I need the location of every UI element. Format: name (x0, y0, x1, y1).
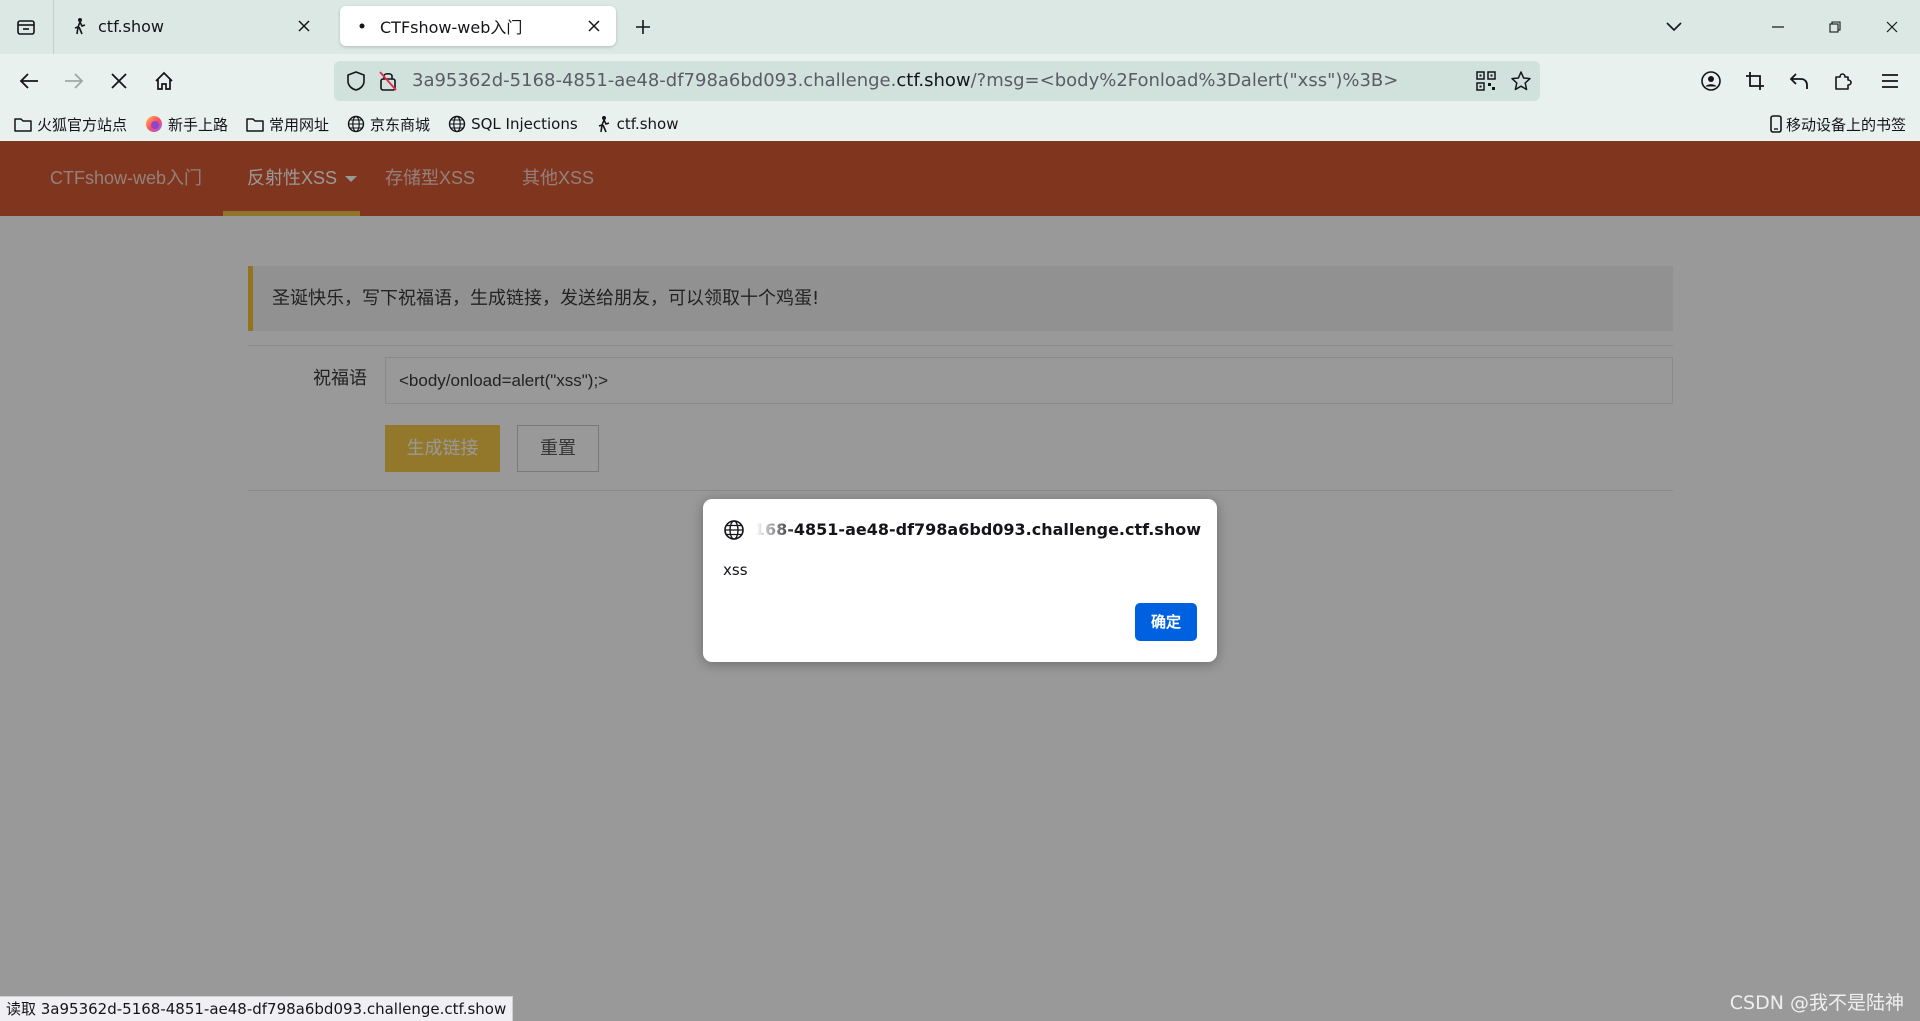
watermark: CSDN @我不是陆神 (1729, 992, 1904, 1014)
menu-button[interactable] (1873, 64, 1907, 98)
bookmark-item[interactable]: SQL Injections (448, 115, 578, 133)
ctfshow-favicon-icon (70, 16, 90, 36)
stop-icon (111, 73, 127, 89)
screenshot-button[interactable] (1738, 64, 1772, 98)
restore-button[interactable] (1815, 10, 1855, 44)
status-bar: 读取 3a95362d-5168-4851-ae48-df798a6bd093.… (0, 996, 514, 1021)
tab-title: CTFshow-web入门 (380, 18, 523, 37)
navigation-toolbar: 3a95362d-5168-4851-ae48-df798a6bd093.cha… (0, 54, 1920, 107)
undo-icon (1789, 73, 1808, 89)
new-tab-button[interactable] (628, 12, 658, 42)
close-window-button[interactable] (1872, 10, 1912, 44)
bookmarks-toolbar: 火狐官方站点 新手上路 常用网址 京东商城 SQL Injections ctf… (0, 107, 1920, 141)
bookmark-label: ctf.show (616, 115, 679, 133)
tab-strip: ctf.show CTFshow-web入门 (0, 0, 1920, 54)
minimize-icon (1772, 26, 1784, 28)
tab-ctfshow[interactable]: ctf.show (58, 6, 326, 46)
dialog-origin: 3a95362d-5168-4851-ae48-df798a6bd093.cha… (751, 519, 1201, 541)
list-all-tabs-button[interactable] (1654, 10, 1694, 44)
dialog-ok-button[interactable]: 确定 (1135, 603, 1197, 641)
dialog-message: xss (723, 561, 748, 579)
mobile-bookmarks[interactable]: 移动设备上的书签 (1770, 107, 1906, 141)
bookmark-star-icon[interactable] (1509, 69, 1533, 93)
home-button[interactable] (147, 64, 181, 98)
stop-button[interactable] (102, 64, 136, 98)
plus-icon (636, 20, 650, 34)
firefox-icon (146, 116, 163, 132)
bookmark-item[interactable]: ctf.show (596, 115, 679, 133)
alert-dialog: 3a95362d-5168-4851-ae48-df798a6bd093.cha… (703, 499, 1217, 662)
globe-icon (448, 115, 466, 133)
back-button[interactable] (12, 64, 46, 98)
account-button[interactable] (1694, 64, 1728, 98)
tab-separator (53, 0, 54, 54)
restore-icon (1829, 21, 1841, 33)
close-tab-icon[interactable] (294, 16, 314, 36)
folder-icon (14, 118, 32, 132)
hamburger-menu-icon (1882, 74, 1898, 88)
arrow-right-icon (65, 73, 84, 89)
bookmark-label: 常用网址 (269, 115, 330, 134)
account-icon (1701, 71, 1721, 91)
bookmark-label: SQL Injections (471, 115, 578, 133)
bookmark-item[interactable]: 新手上路 (145, 114, 228, 135)
dialog-origin-text: 3a95362d-5168-4851-ae48-df798a6bd093.cha… (751, 520, 1201, 539)
mobile-device-icon (1770, 115, 1782, 133)
bookmark-item[interactable]: 火狐官方站点 (14, 114, 127, 135)
arrow-left-icon (19, 73, 38, 89)
tab-title: ctf.show (98, 16, 164, 36)
folder-icon (246, 118, 264, 132)
mobile-bookmarks-label: 移动设备上的书签 (1785, 115, 1906, 134)
origin-fade (751, 517, 797, 543)
home-icon (155, 71, 173, 90)
url-text: 3a95362d-5168-4851-ae48-df798a6bd093.cha… (412, 70, 1399, 91)
chevron-down-icon (1666, 22, 1682, 32)
tab-list-button[interactable] (8, 12, 44, 42)
address-bar[interactable]: 3a95362d-5168-4851-ae48-df798a6bd093.cha… (334, 61, 1540, 101)
close-tab-icon[interactable] (584, 16, 604, 36)
puzzle-icon (1835, 73, 1852, 90)
qr-code-icon[interactable] (1474, 69, 1498, 93)
forward-button[interactable] (57, 64, 91, 98)
tab-ctfshow-web[interactable]: CTFshow-web入门 (340, 6, 616, 46)
shield-icon[interactable] (344, 69, 368, 93)
bookmark-label: 京东商城 (370, 115, 431, 134)
insecure-lock-icon[interactable] (376, 69, 400, 93)
tab-list-icon (17, 20, 35, 35)
bookmark-item[interactable]: 京东商城 (347, 114, 430, 135)
close-icon (1886, 21, 1898, 33)
bookmark-label: 新手上路 (168, 115, 229, 134)
bookmark-label: 火狐官方站点 (37, 115, 128, 134)
globe-icon (723, 519, 745, 541)
globe-icon (347, 115, 365, 133)
ctfshow-icon (598, 116, 609, 133)
loading-dot-icon (352, 16, 372, 36)
bookmark-item[interactable]: 常用网址 (246, 114, 329, 135)
crop-icon (1746, 72, 1764, 90)
extensions-button[interactable] (1826, 64, 1860, 98)
minimize-button[interactable] (1758, 10, 1798, 44)
undo-button[interactable] (1782, 64, 1816, 98)
